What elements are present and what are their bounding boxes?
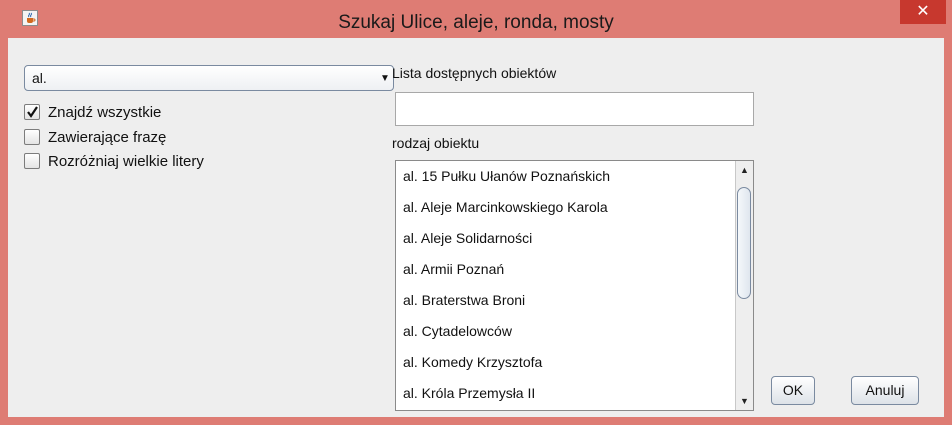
list-item[interactable]: al. Komedy Krzysztofa — [396, 347, 734, 378]
dialog-content: al. ▼ Znajdź wszystkie Zawierające frazę… — [8, 38, 944, 417]
list-item[interactable]: al. 15 Pułku Ułanów Poznańskich — [396, 161, 734, 192]
object-type-label: rodzaj obiektu — [392, 135, 480, 151]
list-item[interactable]: al. Cytadelowców — [396, 316, 734, 347]
list-item[interactable]: al. Aleje Solidarności — [396, 223, 734, 254]
list-item[interactable]: al. Braterstwa Broni — [396, 285, 734, 316]
objects-list[interactable]: al. 15 Pułku Ułanów Poznańskich al. Alej… — [395, 160, 754, 411]
list-item[interactable]: al. Aleje Marcinkowskiego Karola — [396, 192, 734, 223]
checkbox-label: Zawierające frazę — [48, 129, 167, 146]
category-combobox[interactable]: al. ▼ — [24, 65, 394, 91]
checkmark-icon — [27, 106, 38, 118]
checkbox-box[interactable] — [24, 129, 40, 145]
dialog-window: Szukaj Ulice, aleje, ronda, mosty ✕ al. … — [0, 0, 952, 425]
scroll-down-icon[interactable]: ▼ — [736, 392, 753, 410]
chevron-down-icon[interactable]: ▼ — [377, 66, 393, 90]
list-item[interactable]: al. Armii Poznań — [396, 254, 734, 285]
vertical-scrollbar[interactable]: ▲ ▼ — [735, 161, 753, 410]
cancel-button[interactable]: Anuluj — [851, 376, 919, 405]
search-input[interactable] — [395, 92, 754, 126]
checkbox-label: Rozróżniaj wielkie litery — [48, 153, 204, 170]
checkbox-box[interactable] — [24, 104, 40, 120]
title-bar[interactable]: Szukaj Ulice, aleje, ronda, mosty ✕ — [0, 0, 952, 38]
combobox-value: al. — [32, 70, 47, 86]
window-title: Szukaj Ulice, aleje, ronda, mosty — [338, 12, 614, 33]
scroll-up-icon[interactable]: ▲ — [736, 161, 753, 179]
list-items: al. 15 Pułku Ułanów Poznańskich al. Alej… — [396, 161, 734, 410]
checkbox-label: Znajdź wszystkie — [48, 104, 162, 121]
list-item[interactable]: al. Króla Przemysła II — [396, 378, 734, 409]
checkbox-box[interactable] — [24, 153, 40, 169]
close-icon: ✕ — [916, 3, 930, 20]
available-objects-label: Lista dostępnych obiektów — [392, 65, 557, 81]
scrollbar-thumb[interactable] — [737, 187, 751, 299]
close-button[interactable]: ✕ — [900, 0, 946, 24]
ok-button[interactable]: OK — [771, 376, 815, 405]
